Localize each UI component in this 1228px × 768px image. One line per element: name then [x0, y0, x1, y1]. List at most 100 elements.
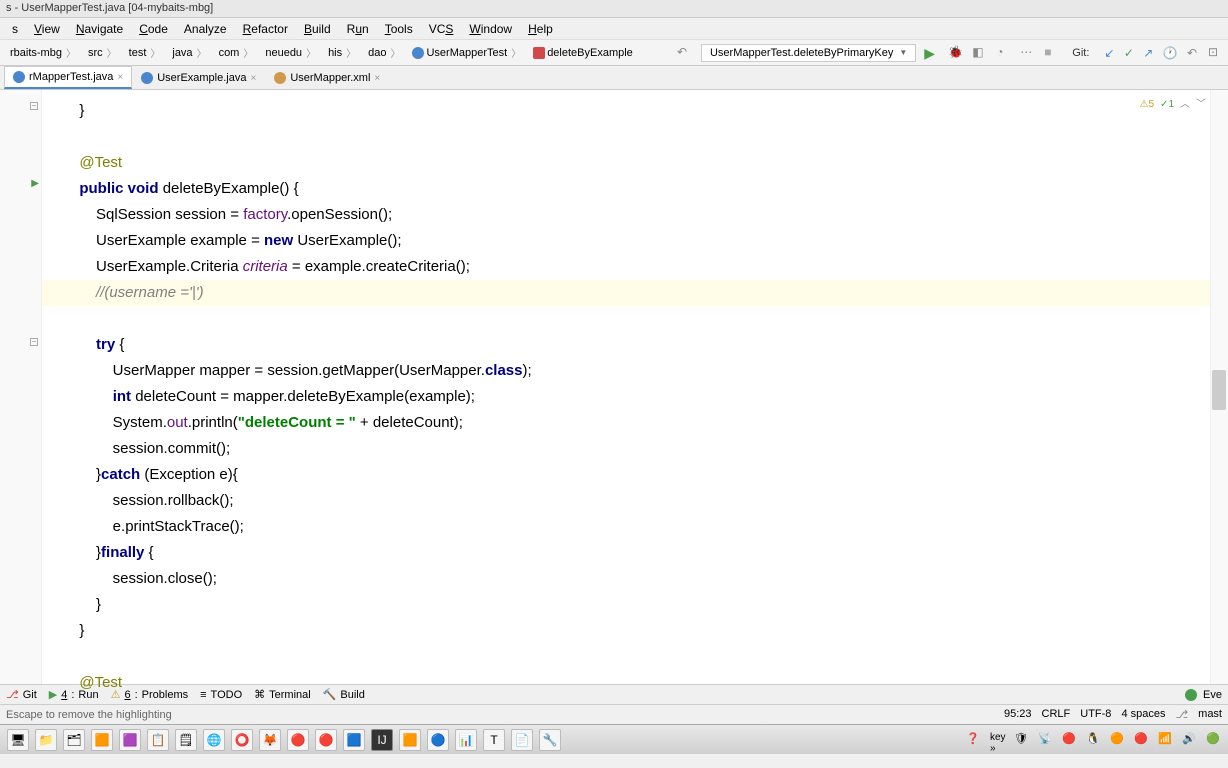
menu-window[interactable]: Window — [461, 20, 520, 38]
cursor-position[interactable]: 95:23 — [1004, 708, 1032, 721]
debug-icon[interactable]: 🐞 — [948, 45, 964, 61]
taskbar-app-icon[interactable]: T — [483, 729, 505, 751]
tray-icon[interactable]: 🔴 — [1134, 732, 1150, 748]
git-history-icon[interactable]: 🕐 — [1163, 46, 1178, 60]
taskbar-app-icon[interactable]: 🟦 — [343, 729, 365, 751]
taskbar: 🖥 📁 🗂 🟧 🟪 📋 🗒 🌐 ⭕ 🦊 🔴 🔴 🟦 IJ 🟧 🔵 📊 T 📄 🔧… — [0, 724, 1228, 754]
run-gutter-icon[interactable]: ▶ — [31, 178, 39, 189]
taskbar-app-icon[interactable]: 🗒 — [175, 729, 197, 751]
tray-key-label[interactable]: key » — [990, 732, 1006, 748]
run-config-dropdown[interactable]: UserMapperTest.deleteByPrimaryKey — [701, 44, 916, 62]
taskbar-app-icon[interactable]: 📁 — [35, 729, 57, 751]
tray-network-icon[interactable]: 📶 — [1158, 732, 1174, 748]
down-icon[interactable]: ﹀ — [1196, 92, 1206, 118]
git-push-icon[interactable]: ↗ — [1143, 46, 1153, 60]
scrollbar-thumb[interactable] — [1212, 370, 1226, 410]
encoding[interactable]: UTF-8 — [1080, 708, 1111, 721]
ok-icon[interactable]: ✓1 — [1160, 92, 1174, 118]
git-label: Git: — [1068, 47, 1093, 59]
close-icon[interactable]: × — [250, 73, 256, 84]
run-icon[interactable]: ▶ — [924, 45, 940, 61]
tab-usermapper-xml[interactable]: UserMapper.xml × — [265, 67, 389, 89]
taskbar-app-icon[interactable]: 🔧 — [539, 729, 561, 751]
git-update-icon[interactable]: ↙ — [1104, 46, 1114, 60]
indent[interactable]: 4 spaces — [1121, 708, 1165, 721]
tray-volume-icon[interactable]: 🔊 — [1182, 732, 1198, 748]
profile-icon[interactable]: ◔ — [996, 45, 1012, 61]
menu-view[interactable]: View — [26, 20, 68, 38]
taskbar-app-icon[interactable]: 🟪 — [119, 729, 141, 751]
menu-navigate[interactable]: Navigate — [68, 20, 131, 38]
menu-run[interactable]: Run — [339, 20, 377, 38]
code-line: @Test — [42, 150, 1210, 176]
menu-code[interactable]: Code — [131, 20, 176, 38]
bc-test[interactable]: test — [123, 43, 167, 62]
fold-icon[interactable]: − — [30, 102, 38, 110]
bc-his[interactable]: his — [322, 43, 362, 62]
taskbar-app-icon[interactable]: 🟧 — [399, 729, 421, 751]
code-line-cursor: //(username ='|') — [42, 280, 1210, 306]
bc-java[interactable]: java — [166, 43, 212, 62]
bc-neuedu[interactable]: neuedu — [259, 43, 322, 62]
taskbar-chrome-icon[interactable]: 🔴 — [315, 729, 337, 751]
tray-icon[interactable]: 📡 — [1038, 732, 1054, 748]
code-line: System.out.println("deleteCount = " + de… — [42, 410, 1210, 436]
taskbar-computer-icon[interactable]: 🖥 — [7, 729, 29, 751]
tray-qq-icon[interactable]: 🐧 — [1086, 732, 1102, 748]
bc-project[interactable]: rbaits-mbg — [4, 43, 82, 62]
attach-icon[interactable]: ⋯ — [1020, 45, 1036, 61]
taskbar-app-icon[interactable]: 📄 — [511, 729, 533, 751]
tray-icon[interactable]: 🔴 — [1062, 732, 1078, 748]
stop-icon[interactable]: ■ — [1044, 45, 1060, 61]
line-ending[interactable]: CRLF — [1042, 708, 1071, 721]
warning-icon[interactable]: ⚠5 — [1140, 92, 1155, 118]
taskbar-intellij-icon[interactable]: IJ — [371, 729, 393, 751]
class-icon — [412, 47, 424, 59]
tab-userexample[interactable]: UserExample.java × — [132, 67, 265, 89]
back-icon[interactable]: ↶ — [677, 45, 693, 61]
bc-class[interactable]: UserMapperTest — [406, 43, 527, 62]
menu-tools[interactable]: Tools — [377, 20, 421, 38]
taskbar-browser-icon[interactable]: ⭕ — [231, 729, 253, 751]
bc-src[interactable]: src — [82, 43, 123, 62]
bc-method[interactable]: deleteByExample — [527, 45, 643, 61]
tab-label: UserExample.java — [157, 72, 246, 84]
taskbar-app-icon[interactable]: 📊 — [455, 729, 477, 751]
taskbar-app-icon[interactable]: 🔵 — [427, 729, 449, 751]
scrollbar[interactable] — [1210, 90, 1228, 684]
menu-help[interactable]: Help — [520, 20, 561, 38]
close-icon[interactable]: × — [117, 72, 123, 83]
branch-name[interactable]: mast — [1198, 708, 1222, 721]
taskbar-chrome-icon[interactable]: 🔴 — [287, 729, 309, 751]
menu-analyze[interactable]: Analyze — [176, 20, 235, 38]
taskbar-media-icon[interactable]: 🟧 — [91, 729, 113, 751]
git-revert-icon[interactable]: ↶ — [1187, 46, 1197, 60]
status-hint: Escape to remove the highlighting — [6, 709, 1004, 721]
close-icon[interactable]: × — [374, 73, 380, 84]
taskbar-app-icon[interactable]: 📋 — [147, 729, 169, 751]
bc-com[interactable]: com — [213, 43, 260, 62]
code-line: } — [42, 98, 1210, 124]
code-line: UserExample example = new UserExample(); — [42, 228, 1210, 254]
tool-git[interactable]: ⎇Git — [6, 688, 37, 701]
tray-icon[interactable]: 🟠 — [1110, 732, 1126, 748]
code-content[interactable]: ⚠5 ✓1 ︿ ﹀ } @Test public void deleteByEx… — [42, 90, 1210, 684]
menu-refactor[interactable]: Refactor — [235, 20, 296, 38]
menu-s[interactable]: s — [4, 20, 26, 38]
search-icon[interactable]: ⊡ — [1208, 45, 1224, 61]
tray-icon[interactable]: 🟢 — [1206, 732, 1222, 748]
taskbar-firefox-icon[interactable]: 🦊 — [259, 729, 281, 751]
git-commit-icon[interactable]: ✓ — [1124, 46, 1134, 60]
menu-build[interactable]: Build — [296, 20, 339, 38]
tab-usermappertest[interactable]: rMapperTest.java × — [4, 66, 132, 89]
tray-defender-icon[interactable]: 🛡 — [1014, 732, 1030, 748]
menu-vcs[interactable]: VCS — [421, 20, 462, 38]
up-icon[interactable]: ︿ — [1180, 92, 1190, 118]
coverage-icon[interactable]: ◧ — [972, 45, 988, 61]
editor[interactable]: − ▶ − ⚠5 ✓1 ︿ ﹀ } @Test public void dele… — [0, 90, 1228, 684]
taskbar-app-icon[interactable]: 🗂 — [63, 729, 85, 751]
taskbar-app-icon[interactable]: 🌐 — [203, 729, 225, 751]
tray-help-icon[interactable]: ❓ — [966, 732, 982, 748]
fold-icon[interactable]: − — [30, 338, 38, 346]
bc-dao[interactable]: dao — [362, 43, 406, 62]
